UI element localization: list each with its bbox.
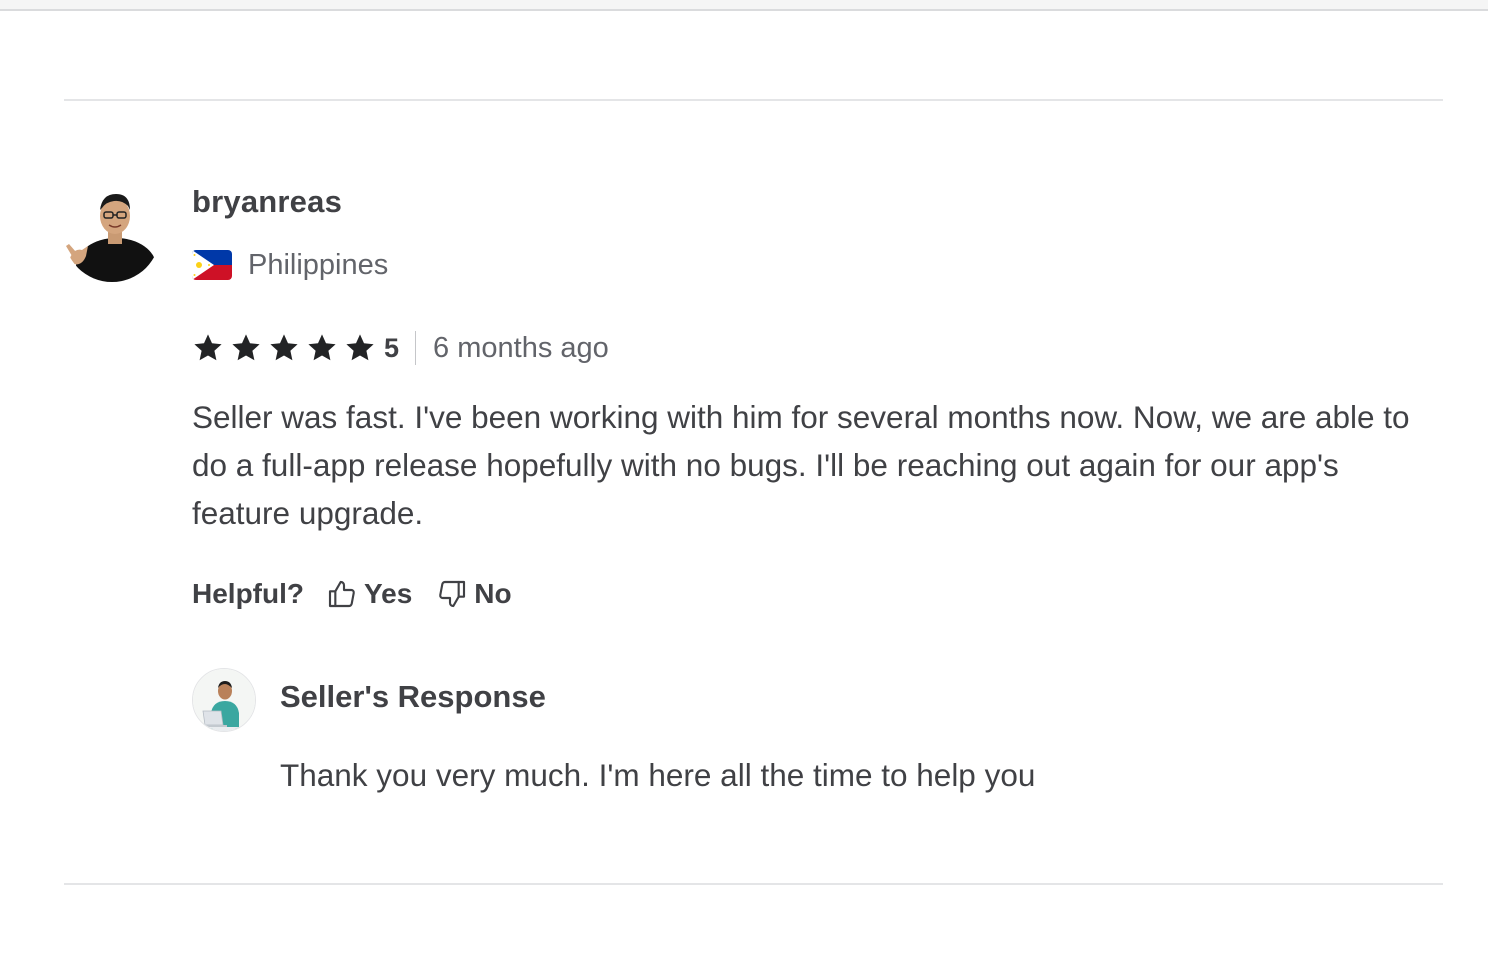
rating-separator xyxy=(415,331,417,365)
helpful-no-button[interactable]: No xyxy=(436,578,512,610)
thumbs-up-icon xyxy=(328,580,355,608)
reviewer-avatar[interactable] xyxy=(64,186,160,282)
star-icon xyxy=(232,334,260,361)
star-icon xyxy=(270,334,298,361)
seller-avatar[interactable] xyxy=(192,668,256,732)
reviewer-country: Philippines xyxy=(248,248,389,281)
review-time-ago: 6 months ago xyxy=(433,331,609,364)
thumbs-down-icon xyxy=(439,580,466,608)
rating-value: 5 xyxy=(384,332,400,363)
divider-top xyxy=(64,99,1443,101)
helpful-no-label: No xyxy=(474,578,512,609)
helpful-yes-button[interactable]: Yes xyxy=(326,578,412,610)
seller-response-text: Thank you very much. I'm here all the ti… xyxy=(280,757,1036,793)
helpful-label: Helpful? xyxy=(192,578,304,609)
philippines-flag-icon xyxy=(192,250,232,280)
divider-bottom xyxy=(64,883,1443,885)
review-text: Seller was fast. I've been working with … xyxy=(192,399,1410,531)
helpful-row: Helpful? Yes No xyxy=(192,574,536,614)
star-rating xyxy=(192,332,382,364)
star-icon xyxy=(308,334,336,361)
helpful-yes-label: Yes xyxy=(364,578,413,609)
reviewer-country-row: Philippines xyxy=(192,248,388,282)
reviewer-username[interactable]: bryanreas xyxy=(192,184,342,220)
top-scroll-edge xyxy=(0,0,1488,11)
star-icon xyxy=(346,334,374,361)
star-icon xyxy=(194,334,222,361)
rating-row: 5 6 months ago xyxy=(192,328,609,368)
seller-response-title: Seller's Response xyxy=(280,679,546,714)
